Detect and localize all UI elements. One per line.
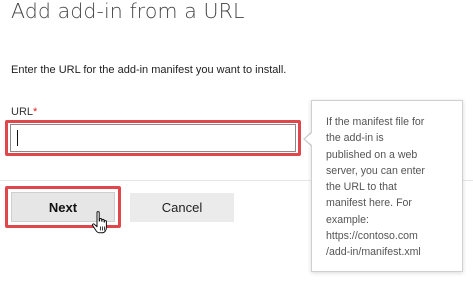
tooltip-line: example: bbox=[326, 213, 369, 226]
url-field-label: URL* bbox=[11, 106, 37, 118]
required-marker: * bbox=[33, 106, 38, 118]
tooltip-line: /add-in/manifest.xml bbox=[326, 246, 421, 259]
tooltip-arrow-fill bbox=[305, 132, 313, 146]
cancel-button[interactable]: Cancel bbox=[130, 193, 234, 222]
tooltip-line: manifest here. For bbox=[326, 197, 412, 210]
hand-pointer-icon bbox=[91, 211, 107, 234]
tooltip-line: If the manifest file for bbox=[326, 116, 425, 128]
text-caret bbox=[17, 130, 18, 146]
url-label-text: URL bbox=[11, 106, 34, 118]
dialog-title: Add add-in from a URL bbox=[11, 0, 245, 23]
tooltip-line: the add-in is bbox=[326, 132, 384, 145]
instructions-text: Enter the URL for the add-in manifest yo… bbox=[11, 64, 287, 76]
tooltip-line: https://contoso.com bbox=[326, 230, 418, 243]
tooltip-text: If the manifest file for the add-in is p… bbox=[326, 114, 454, 261]
tooltip-line: server, you can enter bbox=[326, 164, 425, 177]
tooltip-line: the URL to that bbox=[326, 181, 397, 194]
tooltip-line: published on a web bbox=[326, 148, 418, 161]
url-input[interactable] bbox=[10, 124, 296, 152]
